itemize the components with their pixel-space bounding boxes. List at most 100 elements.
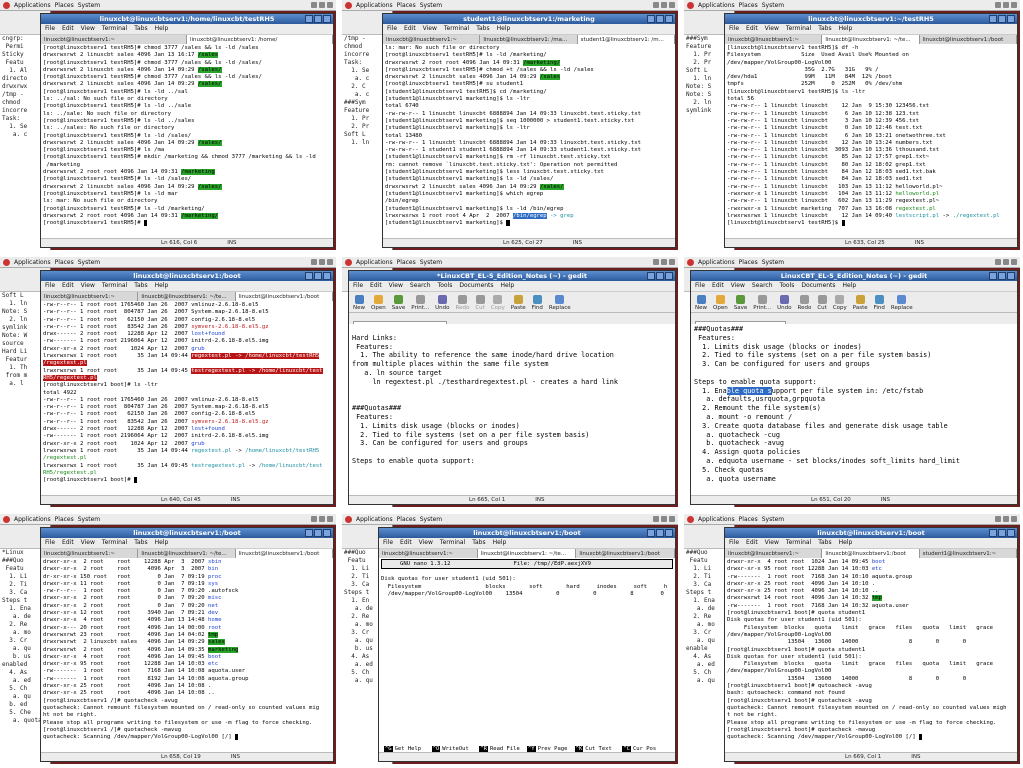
menu-tabs[interactable]: Tabs xyxy=(818,538,831,548)
toolbar-copy-button[interactable]: Copy xyxy=(833,295,847,312)
close-button[interactable] xyxy=(665,272,673,280)
menu-file[interactable]: File xyxy=(45,24,55,34)
close-button[interactable] xyxy=(1007,529,1015,537)
menu-tools[interactable]: Tools xyxy=(780,281,795,291)
menu-help[interactable]: Help xyxy=(497,24,511,34)
menu-file[interactable]: File xyxy=(45,281,55,291)
toolbar-cut-button[interactable]: Cut xyxy=(475,295,485,312)
minimize-button[interactable] xyxy=(305,15,313,23)
places-menu[interactable]: Places xyxy=(739,0,758,10)
system-menu[interactable]: System xyxy=(420,514,442,524)
menu-help[interactable]: Help xyxy=(155,281,169,291)
terminal-output[interactable]: drwxr-xr-x 4 root root 1024 Jan 14 09:45… xyxy=(725,558,1017,753)
places-menu[interactable]: Places xyxy=(55,514,74,524)
system-menu[interactable]: System xyxy=(78,514,100,524)
menu-terminal[interactable]: Terminal xyxy=(444,24,469,34)
places-menu[interactable]: Places xyxy=(397,257,416,267)
system-menu[interactable]: System xyxy=(762,514,784,524)
menu-file[interactable]: File xyxy=(353,281,363,291)
minimize-button[interactable] xyxy=(989,15,997,23)
menu-view[interactable]: View xyxy=(423,24,437,34)
applications-menu[interactable]: Applications xyxy=(356,514,393,524)
menu-edit[interactable]: Edit xyxy=(62,281,74,291)
minimize-button[interactable] xyxy=(647,272,655,280)
menu-edit[interactable]: Edit xyxy=(62,538,74,548)
toolbar-undo-button[interactable]: Undo xyxy=(435,295,450,312)
terminal-output[interactable]: -rw-r--r-- 1 root root 1765460 Jan 26 20… xyxy=(41,301,333,496)
menu-documents[interactable]: Documents xyxy=(459,281,493,291)
toolbar-open-button[interactable]: Open xyxy=(713,295,728,312)
terminal-output[interactable]: [root@linuxcbtserv1 testRH5]# chmod 3777… xyxy=(41,44,333,239)
close-button[interactable] xyxy=(323,529,331,537)
close-button[interactable] xyxy=(323,272,331,280)
menu-help[interactable]: Help xyxy=(493,538,507,548)
menu-help[interactable]: Help xyxy=(843,281,857,291)
close-button[interactable] xyxy=(323,15,331,23)
toolbar-copy-button[interactable]: Copy xyxy=(491,295,505,312)
applications-menu[interactable]: Applications xyxy=(698,0,735,10)
toolbar-save-button[interactable]: Save xyxy=(734,295,747,312)
menu-edit[interactable]: Edit xyxy=(370,281,382,291)
maximize-button[interactable] xyxy=(314,529,322,537)
system-menu[interactable]: System xyxy=(762,257,784,267)
menu-documents[interactable]: Documents xyxy=(801,281,835,291)
maximize-button[interactable] xyxy=(998,272,1006,280)
menu-view[interactable]: View xyxy=(731,281,745,291)
applications-menu[interactable]: Applications xyxy=(356,257,393,267)
system-menu[interactable]: System xyxy=(420,257,442,267)
menu-tabs[interactable]: Tabs xyxy=(476,24,489,34)
menu-edit[interactable]: Edit xyxy=(746,538,758,548)
minimize-button[interactable] xyxy=(305,272,313,280)
menu-help[interactable]: Help xyxy=(155,538,169,548)
menu-edit[interactable]: Edit xyxy=(62,24,74,34)
maximize-button[interactable] xyxy=(656,15,664,23)
terminal-output[interactable]: [linuxcbt@linuxcbtserv1 testRH5]$ df -h F… xyxy=(725,44,1017,239)
menu-file[interactable]: File xyxy=(729,538,739,548)
editor-text-area[interactable]: ###Quotas### Features: 1. Limits disk us… xyxy=(691,324,1017,496)
toolbar-replace-button[interactable]: Replace xyxy=(549,295,571,312)
toolbar-save-button[interactable]: Save xyxy=(392,295,405,312)
menu-search[interactable]: Search xyxy=(410,281,431,291)
toolbar-find-button[interactable]: Find xyxy=(532,295,543,312)
menu-view[interactable]: View xyxy=(765,24,779,34)
menu-tabs[interactable]: Tabs xyxy=(134,281,147,291)
toolbar-redo-button[interactable]: Redo xyxy=(798,295,811,312)
menu-file[interactable]: File xyxy=(45,538,55,548)
terminal-output[interactable]: ls: mar: No such file or directory [root@… xyxy=(383,44,675,239)
places-menu[interactable]: Places xyxy=(55,257,74,267)
system-menu[interactable]: System xyxy=(78,257,100,267)
menu-file[interactable]: File xyxy=(387,24,397,34)
toolbar-cut-button[interactable]: Cut xyxy=(817,295,827,312)
maximize-button[interactable] xyxy=(314,15,322,23)
menu-view[interactable]: View xyxy=(389,281,403,291)
applications-menu[interactable]: Applications xyxy=(698,257,735,267)
menu-file[interactable]: File xyxy=(729,24,739,34)
menu-terminal[interactable]: Terminal xyxy=(102,538,127,548)
menu-file[interactable]: File xyxy=(383,538,393,548)
menu-terminal[interactable]: Terminal xyxy=(786,24,811,34)
menu-terminal[interactable]: Terminal xyxy=(786,538,811,548)
menu-tabs[interactable]: Tabs xyxy=(134,24,147,34)
toolbar-replace-button[interactable]: Replace xyxy=(891,295,913,312)
toolbar-paste-button[interactable]: Paste xyxy=(853,295,868,312)
minimize-button[interactable] xyxy=(647,15,655,23)
applications-menu[interactable]: Applications xyxy=(14,514,51,524)
close-button[interactable] xyxy=(1007,15,1015,23)
maximize-button[interactable] xyxy=(656,272,664,280)
menu-help[interactable]: Help xyxy=(839,24,853,34)
menu-view[interactable]: View xyxy=(419,538,433,548)
menu-edit[interactable]: Edit xyxy=(746,24,758,34)
menu-view[interactable]: View xyxy=(81,281,95,291)
terminal-output[interactable]: GNU nano 1.3.12 File: /tmp//EdP.aexjXV9 Di… xyxy=(379,558,675,753)
places-menu[interactable]: Places xyxy=(397,0,416,10)
menu-edit[interactable]: Edit xyxy=(712,281,724,291)
menu-view[interactable]: View xyxy=(81,538,95,548)
toolbar-new-button[interactable]: New xyxy=(353,295,365,312)
places-menu[interactable]: Places xyxy=(739,514,758,524)
toolbar-paste-button[interactable]: Paste xyxy=(511,295,526,312)
maximize-button[interactable] xyxy=(998,15,1006,23)
menu-tabs[interactable]: Tabs xyxy=(472,538,485,548)
close-button[interactable] xyxy=(665,529,673,537)
toolbar-redo-button[interactable]: Redo xyxy=(456,295,469,312)
minimize-button[interactable] xyxy=(989,529,997,537)
